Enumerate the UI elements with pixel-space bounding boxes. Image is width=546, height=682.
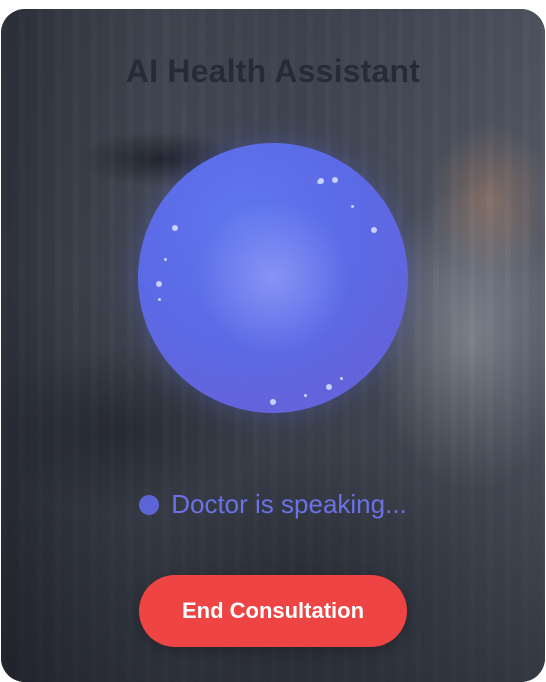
orb-sparkle [172,225,178,231]
status-text: Doctor is speaking... [171,489,407,519]
speaking-status: Doctor is speaking... [1,489,545,520]
end-consultation-button[interactable]: End Consultation [139,575,407,647]
orb-sparkle [304,394,307,397]
orb-sparkle [156,281,162,287]
consultation-card: AI Health Assistant Doctor is speaking..… [1,9,545,682]
orb-sparkle [351,205,354,208]
status-indicator-icon [139,494,160,515]
orb-sparkle [332,177,338,183]
orb-sparkle [164,258,167,261]
orb-sparkle [317,180,321,184]
voice-orb [138,143,408,413]
orb-sparkle [270,399,276,405]
page-title: AI Health Assistant [125,53,421,89]
orb-sparkle [326,384,332,390]
orb-sparkle [158,298,161,301]
orb-sparkle [340,377,343,380]
orb-sparkle [371,227,377,233]
